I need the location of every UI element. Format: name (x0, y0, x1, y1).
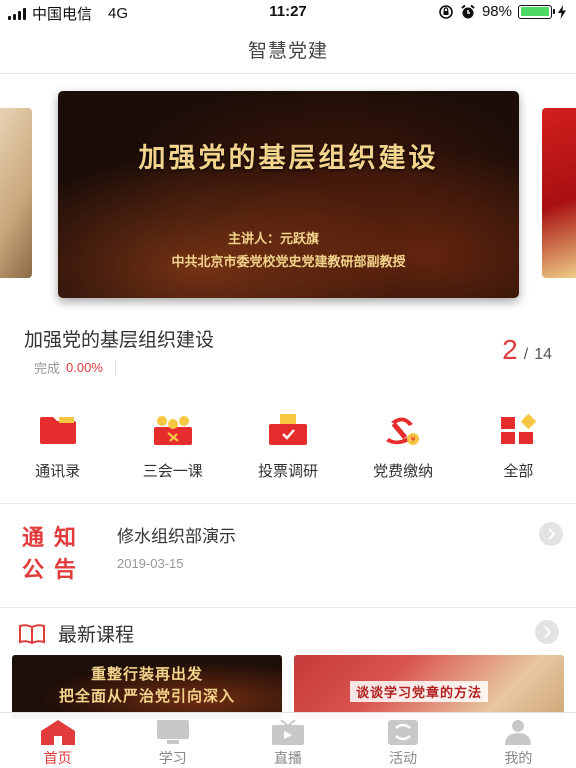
tab-label: 学习 (158, 750, 187, 766)
course-title[interactable]: 加强党的基层组织建设 (24, 325, 214, 352)
nav-bar: 智慧党建 (0, 24, 576, 74)
monitor-icon (156, 720, 189, 744)
section-divider (0, 503, 576, 504)
folder-icon (38, 412, 78, 448)
notice-badge-line: 通知 (22, 525, 87, 550)
tab-live[interactable]: 直播 (230, 713, 345, 768)
course-card-title: 重整行装再出发 (90, 665, 203, 683)
progress-value: 0.00% (66, 360, 103, 375)
battery-fill (520, 7, 549, 16)
status-bar: 中国电信 4G 11:27 98% (0, 0, 576, 24)
progress-divider (114, 360, 116, 375)
course-card-title: 谈谈学习党章的方法 (350, 681, 489, 702)
tab-profile[interactable]: 我的 (461, 713, 576, 768)
battery-percent: 98% (481, 3, 512, 20)
svg-text:¥: ¥ (411, 435, 416, 444)
quick-item-contacts[interactable]: 通讯录 (0, 412, 115, 492)
notice-badge-line: 公告 (22, 557, 87, 582)
tv-icon (271, 719, 304, 745)
alarm-icon (461, 4, 475, 18)
quick-item-vote[interactable]: 投票调研 (230, 412, 345, 492)
home-icon (40, 720, 75, 745)
page-title: 智慧党建 (247, 41, 328, 62)
course-card[interactable]: 重整行装再出发 把全面从严治党引向深入 (12, 655, 282, 719)
quick-label: 三会一课 (142, 463, 203, 480)
tab-label: 我的 (504, 750, 533, 766)
chevron-right-icon (544, 626, 552, 638)
battery-icon (518, 4, 555, 19)
notice-title[interactable]: 修水组织部演示 (117, 522, 236, 547)
tab-activities[interactable]: 活动 (346, 713, 461, 768)
carousel-next-card[interactable] (542, 108, 576, 278)
pager-total: 14 (534, 346, 552, 363)
carousel-prev-card[interactable] (0, 108, 32, 278)
pager-current: 2 (502, 334, 518, 365)
notice-badge: 通知 公告 (22, 522, 92, 586)
quick-item-party-fee[interactable]: ¥ 党费缴纳 (346, 412, 461, 492)
course-progress: 完成 0.00% (34, 358, 116, 377)
carousel-pager: 2 / 14 (502, 334, 552, 366)
banner-slide[interactable]: 加强党的基层组织建设 主讲人：元跃旗 中共北京市委党校党史党建教研部副教授 (58, 91, 519, 298)
tab-home[interactable]: 首页 (0, 713, 115, 768)
meeting-icon (153, 412, 193, 448)
app-screen: 中国电信 4G 11:27 98% 智慧党建 加强党的基层组织建设 主讲人：元跃… (0, 0, 576, 768)
section-divider (0, 607, 576, 608)
banner-organization: 中共北京市委党校党史党建教研部副教授 (171, 255, 406, 270)
quick-item-meetings[interactable]: 三会一课 (115, 412, 230, 492)
progress-label: 完成 (34, 361, 61, 376)
grid-icon (498, 412, 538, 448)
quick-item-all[interactable]: 全部 (461, 412, 576, 492)
banner-speaker: 主讲人：元跃旗 (228, 232, 320, 247)
tab-bar: 首页 学习 直播 活动 我的 (0, 712, 576, 768)
banner-title: 加强党的基层组织建设 (138, 143, 439, 174)
orientation-lock-icon (439, 4, 453, 19)
quick-label: 全部 (503, 463, 534, 480)
quick-menu: 通讯录 三会一课 投票调研 ¥ 党费缴纳 全部 (0, 412, 576, 492)
tab-label: 直播 (273, 750, 302, 766)
quick-label: 投票调研 (257, 463, 318, 480)
tab-study[interactable]: 学习 (115, 713, 230, 768)
latest-more-button[interactable] (535, 620, 559, 644)
latest-courses-title: 最新课程 (58, 625, 135, 646)
tab-label: 活动 (389, 750, 418, 766)
charging-icon (558, 4, 566, 19)
activity-icon (388, 720, 419, 745)
status-right: 98% (438, 3, 566, 20)
chevron-right-icon (548, 528, 556, 540)
vote-icon (268, 412, 308, 448)
pager-separator: / (523, 346, 529, 363)
notice-date: 2019-03-15 (117, 556, 184, 571)
course-card-subtitle: 把全面从严治党引向深入 (58, 687, 235, 705)
latest-courses-header: 最新课程 (18, 620, 134, 647)
book-icon (19, 623, 45, 644)
notice-more-button[interactable] (539, 522, 563, 546)
tab-label: 首页 (43, 750, 72, 766)
party-fee-icon: ¥ (383, 412, 423, 448)
banner-carousel[interactable]: 加强党的基层组织建设 主讲人：元跃旗 中共北京市委党校党史党建教研部副教授 (0, 74, 576, 314)
quick-label: 党费缴纳 (373, 463, 434, 480)
user-icon (505, 720, 532, 745)
course-card[interactable]: 谈谈学习党章的方法 (294, 655, 564, 719)
quick-label: 通讯录 (35, 463, 81, 480)
